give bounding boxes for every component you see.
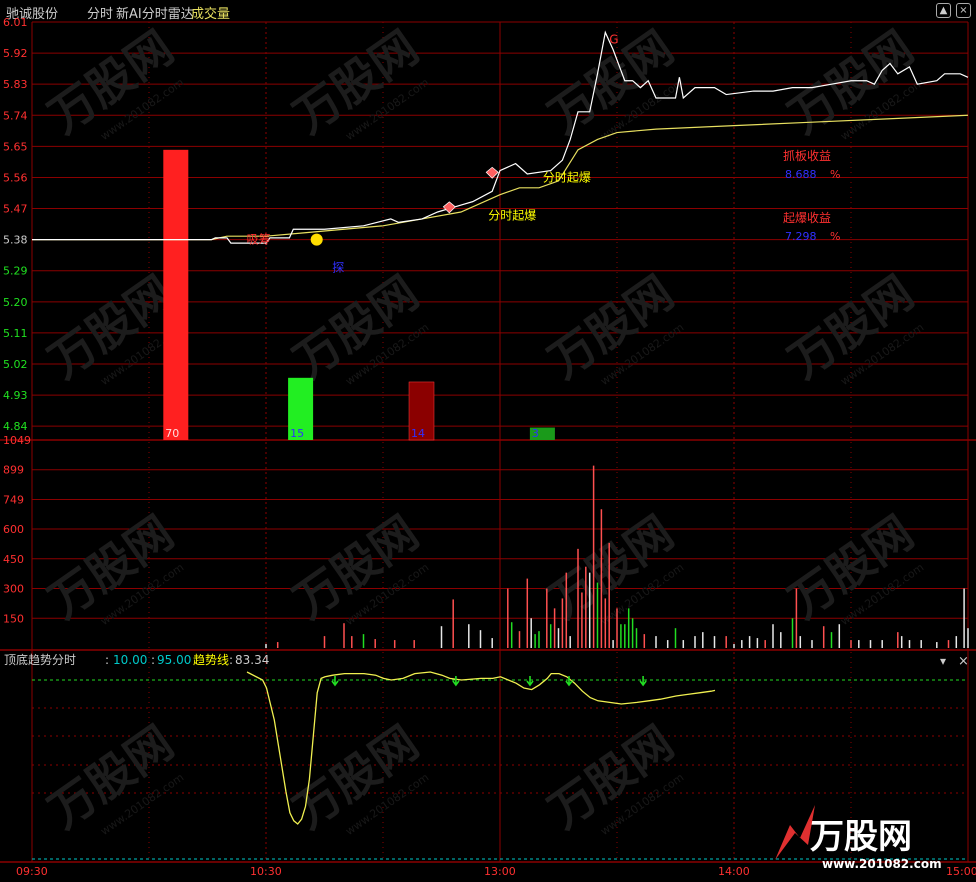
logo-arrow-icon (775, 805, 815, 860)
time-axis-label: 09:30 (16, 865, 48, 878)
stat-value: 7.298 (785, 230, 817, 243)
volume-tick-label: 150 (3, 612, 24, 625)
trend-value: 83.34 (235, 653, 269, 667)
indicator-param: 10.00 (113, 653, 147, 667)
indicator-param: 95.00 (157, 653, 191, 667)
logo-text: 万股网 (810, 817, 912, 857)
time-axis-label: 14:00 (718, 865, 750, 878)
volume-tick-label: 749 (3, 493, 24, 506)
price-tick-label: 4.84 (3, 420, 28, 433)
price-tick-label: 5.65 (3, 140, 28, 153)
volume-axis: 1049 899 749 600 450 300 150 (3, 434, 31, 625)
price-annotations: 吸筹探分时起爆分时起爆G (247, 32, 619, 274)
indicator-title: 顶底趋势分时 (4, 652, 76, 667)
site-logo: 万股网www.201082.com (775, 805, 942, 871)
intraday-chart: 万股网www.201082.com 万股网www.201082.com 万股网www… (0, 16, 976, 878)
price-tick-label: 5.92 (3, 47, 28, 60)
stat-unit: % (830, 168, 840, 181)
logo-url: www.201082.com (822, 857, 942, 871)
smiley-icon (310, 233, 323, 246)
price-axis: 6.01 5.92 5.83 5.74 5.65 5.56 5.47 5.38 5.29 5.20… (3, 16, 28, 433)
signal-bar-label: 3 (532, 427, 539, 440)
diamond-icon (485, 166, 499, 179)
price-annotation: 探 (332, 260, 344, 274)
stat-unit: % (830, 230, 840, 243)
price-tick-label: 5.38 (3, 234, 28, 247)
price-tick-label: 5.74 (3, 109, 28, 122)
price-tick-label: 4.93 (3, 389, 28, 402)
stat-value: 8.688 (785, 168, 817, 181)
trend-label: 趋势线 (193, 653, 229, 667)
signal-bar-label: 14 (411, 427, 425, 440)
price-annotation: 分时起爆 (543, 170, 591, 184)
stats-block: 抓板收益 8.688 % 起爆收益 7.298% (783, 149, 840, 243)
price-tick-label: 5.20 (3, 296, 28, 309)
price-annotation: G (609, 32, 618, 46)
indicator-colon: : (105, 653, 109, 667)
stat-label: 起爆收益 (783, 211, 831, 225)
time-axis-label: 10:30 (250, 865, 282, 878)
price-tick-label: 6.01 (3, 16, 28, 29)
price-tick-label: 5.56 (3, 171, 28, 184)
price-tick-label: 5.29 (3, 265, 28, 278)
close-panel-icon: × (958, 654, 969, 669)
signal-bar (163, 149, 189, 440)
signal-bar-label: 15 (290, 427, 304, 440)
time-axis-label: 13:00 (484, 865, 516, 878)
volume-tick-label: 300 (3, 583, 24, 596)
price-tick-label: 5.11 (3, 327, 28, 340)
price-annotation: 分时起爆 (488, 208, 536, 222)
indicator-colon: : (151, 653, 155, 667)
signal-bar-label: 70 (165, 427, 179, 440)
indicator-colon: : (229, 653, 233, 667)
volume-tick-label: 1049 (3, 434, 31, 447)
time-axis-label: 15:00 (946, 865, 976, 878)
volume-tick-label: 600 (3, 523, 24, 536)
price-tick-label: 5.83 (3, 78, 28, 91)
price-tick-label: 5.47 (3, 203, 28, 216)
volume-tick-label: 450 (3, 553, 24, 566)
volume-tick-label: 899 (3, 464, 24, 477)
stat-label: 抓板收益 (783, 149, 831, 163)
dropdown-icon: ▾ (940, 654, 946, 668)
price-annotation: 吸筹 (247, 233, 271, 247)
diamond-icon (442, 201, 456, 214)
price-tick-label: 5.02 (3, 358, 28, 371)
